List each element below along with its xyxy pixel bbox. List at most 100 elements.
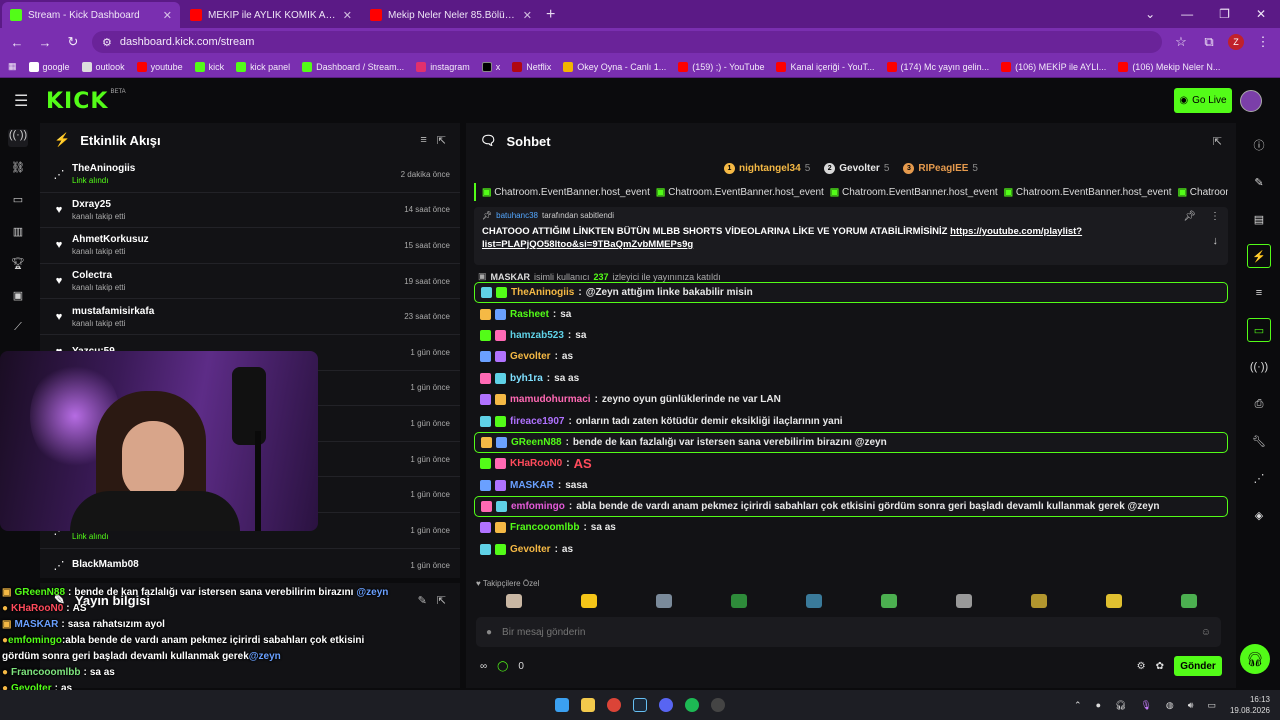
edit-icon[interactable]: ✎ <box>418 594 427 607</box>
chat-message[interactable]: fireace1907: onların tadı zaten kötüdür d… <box>474 410 1228 431</box>
bookmark-kick-panel[interactable]: kick panel <box>236 61 290 72</box>
bookmark-instagram[interactable]: instagram <box>416 61 470 72</box>
chat-message[interactable]: Francooomlbb: sa as <box>474 517 1228 538</box>
host-user[interactable]: MASKAR <box>491 272 531 282</box>
info-icon[interactable]: ⓘ <box>1247 133 1271 157</box>
trophy-icon[interactable]: 🏆︎ <box>8 257 28 275</box>
bookmark-youtube[interactable]: youtube <box>136 61 183 72</box>
feed-user[interactable]: TheAninogiis <box>72 163 401 174</box>
minimize-icon[interactable]: — <box>1181 7 1193 21</box>
bookmark-kick[interactable]: kick <box>194 61 224 72</box>
top-gifter-3[interactable]: 3 RIPeagIEE 5 <box>903 162 978 174</box>
chat-message[interactable]: mamudohurmaci: zeyno oyun günlüklerinde n… <box>474 389 1228 410</box>
chevron-down-icon[interactable]: ⌄ <box>1145 7 1155 21</box>
tag-icon[interactable]: ◈ <box>1247 503 1271 527</box>
chat-message[interactable]: hamzab523: sa <box>474 325 1228 346</box>
emoji-icon[interactable]: ☺ <box>1201 627 1211 638</box>
forward-icon[interactable]: → <box>36 35 54 50</box>
feed-row[interactable]: ⋰ TheAninogiis Link alındı 2 dakika önce <box>40 157 460 193</box>
bookmark-x[interactable]: x <box>481 61 500 72</box>
wallet-icon[interactable]: ▤ <box>1247 207 1271 231</box>
chat-icon[interactable]: ▭ <box>1247 318 1271 342</box>
profile-avatar[interactable]: Z <box>1228 34 1244 50</box>
chat-username[interactable]: mamudohurmaci <box>510 394 591 405</box>
chat-settings-icon[interactable]: ⚙ <box>1137 661 1146 672</box>
chevron-down-icon[interactable]: ↓ <box>1213 235 1219 247</box>
list-icon[interactable]: ≡ <box>1247 281 1271 305</box>
site-info-icon[interactable]: ⚙ <box>102 36 112 49</box>
chat-message-input[interactable] <box>502 626 1191 638</box>
feed-row[interactable]: ♥ mustafamisirkafa kanalı takip etti 23 saa… <box>40 299 460 335</box>
pencil-icon[interactable]: ✎ <box>1247 170 1271 194</box>
chat-username[interactable]: Gevolter <box>510 544 551 555</box>
feed-user[interactable]: BlackMamb08 <box>72 559 410 570</box>
volume-icon[interactable]: 🔊︎ <box>1188 700 1194 711</box>
bookmark-dashboard[interactable]: Dashboard / Stream... <box>302 61 404 72</box>
kick-logo[interactable]: KICK <box>46 89 108 114</box>
chevron-up-icon[interactable]: ⌃ <box>1074 700 1082 711</box>
extensions-icon[interactable]: ⧉ <box>1200 34 1218 50</box>
emote-2[interactable] <box>580 594 597 608</box>
bookmark-google[interactable]: google <box>28 61 70 72</box>
headset-icon[interactable]: 🎧︎ <box>1115 700 1126 711</box>
chat-username[interactable]: hamzab523 <box>510 330 564 341</box>
go-live-button[interactable]: ◉ Go Live <box>1174 88 1232 113</box>
wrench-icon[interactable]: 🔧︎ <box>1247 429 1271 453</box>
popout-icon[interactable]: ⇱ <box>437 594 446 607</box>
reload-icon[interactable]: ↻ <box>64 34 82 50</box>
help-chat-icon[interactable]: 🎧︎ <box>1240 644 1270 674</box>
hamburger-menu-icon[interactable]: ☰ <box>14 91 28 111</box>
pinned-by-user[interactable]: batuhanc38 <box>496 211 538 220</box>
chat-message[interactable]: Gevolter: as <box>474 539 1228 560</box>
chat-message[interactable]: TheAninogiis: @Zeyn attığım linke bakabil… <box>474 282 1228 304</box>
popout-icon[interactable]: ⇱ <box>1213 135 1222 148</box>
analytics-icon[interactable]: ▥ <box>8 225 28 243</box>
browser-tab-youtube-2[interactable]: Mekip Neler Neler 85.Bölüm Ha ✕ <box>362 2 540 28</box>
chart-line-icon[interactable]: ⟋ <box>8 321 28 339</box>
chat-username[interactable]: Gevolter <box>510 351 551 362</box>
emote-3[interactable] <box>655 594 672 608</box>
feed-user[interactable]: Colectra <box>72 270 404 281</box>
chat-message[interactable]: emfomingo: abla bende de vardı anam pekme… <box>474 495 1228 518</box>
chat-message[interactable]: KHaRooN0: AS <box>474 453 1228 474</box>
printer-icon[interactable]: ⎙ <box>1247 392 1271 416</box>
emote-8[interactable] <box>1030 594 1047 608</box>
windows-start-icon[interactable] <box>555 698 569 712</box>
discord-icon[interactable] <box>659 698 673 712</box>
chat-message[interactable]: byh1ra: sa as <box>474 368 1228 389</box>
broadcast-icon[interactable]: ((·)) <box>1247 355 1271 379</box>
restore-icon[interactable]: ❐ <box>1219 7 1230 21</box>
more-options-icon[interactable]: ⋮ <box>1210 211 1220 222</box>
emote-9[interactable] <box>1105 594 1122 608</box>
emote-6[interactable] <box>880 594 897 608</box>
obs-icon[interactable] <box>711 698 725 712</box>
bookmark-okey[interactable]: Okey Oyna - Canlı 1... <box>563 61 666 72</box>
chat-username[interactable]: emfomingo <box>511 501 565 512</box>
chat-message[interactable]: MASKAR: sasa <box>474 475 1228 496</box>
back-icon[interactable]: ← <box>8 35 26 50</box>
emote-7[interactable] <box>955 594 972 608</box>
new-tab-icon[interactable]: + <box>546 2 555 28</box>
share-icon[interactable]: ⋰ <box>1247 466 1271 490</box>
battery-icon[interactable]: ▭ <box>1207 700 1216 711</box>
popout-icon[interactable]: ⇱ <box>437 134 446 147</box>
unpin-icon[interactable]: 📌︎ <box>1183 211 1196 222</box>
file-explorer-icon[interactable] <box>581 698 595 712</box>
emote-4[interactable] <box>730 594 747 608</box>
chat-username[interactable]: GReenN88 <box>511 437 562 448</box>
chat-message[interactable]: GReenN88: bende de kan fazlalığı var iste… <box>474 431 1228 454</box>
link-icon[interactable]: ⛓ <box>8 161 28 179</box>
top-gifter-2[interactable]: 2 Gevolter 5 <box>824 162 889 174</box>
chat-username[interactable]: byh1ra <box>510 373 543 384</box>
video-icon[interactable]: ▣ <box>8 289 28 307</box>
feed-row[interactable]: ♥ AhmetKorkusuz kanalı takip etti 15 saat ö… <box>40 228 460 264</box>
bookmark-yt-174[interactable]: (174) Mc yayın gelin... <box>886 61 989 72</box>
system-clock[interactable]: 16:13 19.08.2026 <box>1230 694 1270 716</box>
close-tab-icon[interactable]: ✕ <box>163 9 172 22</box>
chat-message[interactable]: Rasheet: sa <box>474 303 1228 324</box>
feed-row[interactable]: ♥ Colectra kanalı takip etti 19 saat önce <box>40 264 460 300</box>
close-tab-icon[interactable]: ✕ <box>343 9 352 22</box>
filter-icon[interactable]: ≡ <box>420 134 426 146</box>
emote-10[interactable] <box>1180 594 1197 608</box>
send-button[interactable]: Gönder <box>1174 656 1222 676</box>
